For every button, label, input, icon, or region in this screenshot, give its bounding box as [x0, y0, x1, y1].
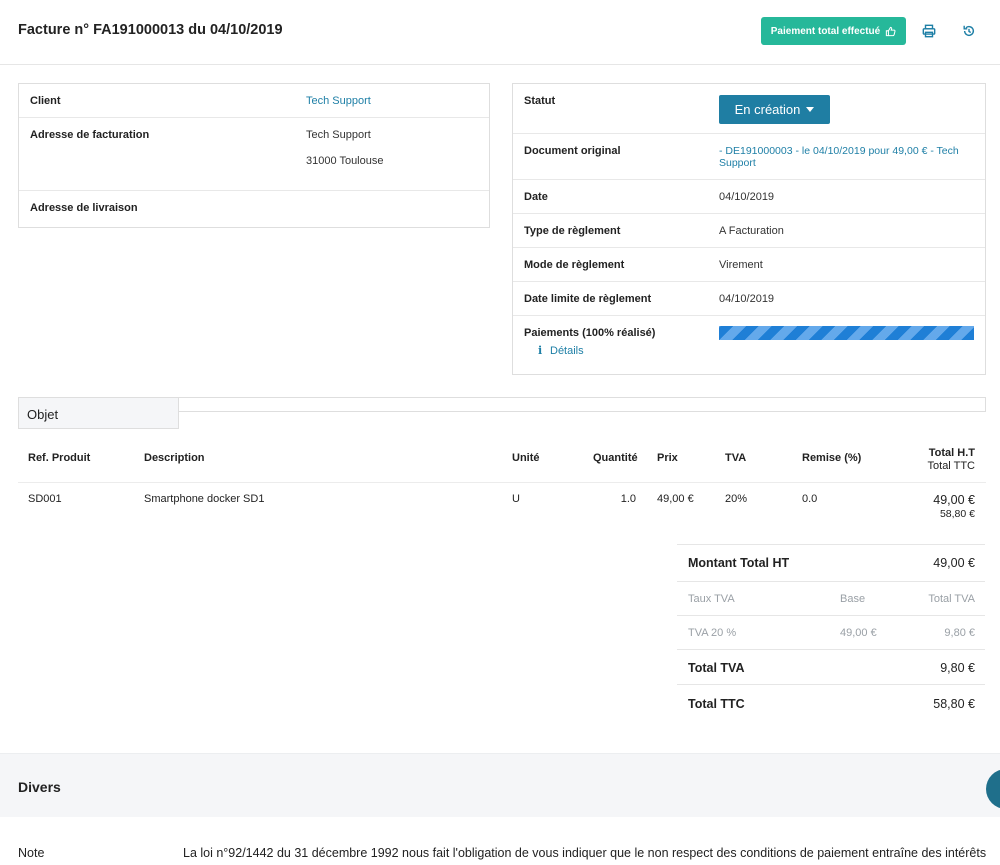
total-ht-value: 49,00 € [933, 556, 975, 570]
due-date-row: Date limite de règlement 04/10/2019 [513, 282, 985, 316]
tab-objet[interactable]: Objet [18, 397, 179, 429]
invoice-info-panel: Statut En création Document original - D… [512, 83, 986, 375]
delivery-address-label: Adresse de livraison [30, 202, 138, 214]
status-row: Statut En création [513, 84, 985, 134]
total-tva-value: 9,80 € [940, 661, 975, 675]
history-icon [963, 25, 975, 37]
payment-type-label: Type de règlement [524, 225, 621, 237]
tva-line-rate: TVA 20 % [688, 627, 737, 639]
col-header-total-ttc: Total TTC [927, 460, 975, 472]
total-tva-row: Total TVA 9,80 € [677, 649, 985, 684]
divers-section-header: Divers [0, 753, 1000, 817]
payment-complete-button[interactable]: Paiement total effectué [761, 17, 906, 45]
col-header-discount: Remise (%) [802, 452, 862, 464]
client-panel: Client Tech Support Adresse de facturati… [18, 83, 490, 228]
original-document-link[interactable]: - DE191000003 - le 04/10/2019 pour 49,00… [719, 145, 974, 169]
table-header-divider [18, 482, 986, 483]
delivery-address-row: Adresse de livraison [19, 191, 489, 227]
details-link[interactable]: Détails [550, 345, 584, 357]
status-label: Statut [524, 95, 556, 107]
thumbs-up-icon [886, 26, 896, 36]
col-header-price: Prix [657, 452, 678, 464]
payment-type-value: A Facturation [719, 225, 784, 237]
status-dropdown[interactable]: En création [719, 95, 830, 124]
tva-base-header: Base [840, 593, 866, 605]
total-tva-label: Total TVA [688, 661, 745, 675]
col-header-ref: Ref. Produit [28, 452, 91, 464]
col-header-tva: TVA [725, 452, 747, 464]
payments-progress-bar [719, 326, 974, 340]
note-label: Note [18, 846, 45, 860]
payment-mode-value: Virement [719, 259, 763, 271]
caret-down-icon [806, 107, 815, 112]
total-ttc-value: 58,80 € [933, 697, 975, 711]
row-price: 49,00 € [657, 493, 694, 505]
payments-row: Paiements (100% réalisé) i Détails [513, 316, 985, 374]
billing-address-line1: Tech Support [306, 129, 371, 141]
payment-mode-row: Mode de règlement Virement [513, 248, 985, 282]
row-total-ht: 49,00 € [933, 493, 975, 507]
billing-address-label: Adresse de facturation [30, 129, 150, 141]
tva-line-row: TVA 20 % 49,00 € 9,80 € [677, 615, 985, 649]
date-row: Date 04/10/2019 [513, 180, 985, 214]
col-header-quantity: Quantité [593, 452, 638, 464]
row-unit: U [512, 493, 520, 505]
due-date-value: 04/10/2019 [719, 293, 775, 305]
total-ht-label: Montant Total HT [688, 556, 790, 570]
tva-header-row: Taux TVA Base Total TVA [677, 581, 985, 615]
info-icon: i [538, 344, 543, 357]
row-total-ttc: 58,80 € [939, 508, 975, 520]
total-ht-row: Montant Total HT 49,00 € [677, 544, 985, 581]
tva-total-header: Total TVA [928, 593, 975, 605]
history-button[interactable] [960, 22, 978, 40]
total-ttc-label: Total TTC [688, 697, 745, 711]
payment-complete-label: Paiement total effectué [770, 25, 881, 37]
client-link[interactable]: Tech Support [306, 95, 371, 107]
row-discount: 0.0 [802, 493, 818, 505]
billing-address-line2: 31000 Toulouse [306, 155, 384, 167]
divers-title: Divers [18, 779, 61, 795]
page-header: Facture n° FA191000013 du 04/10/2019 Pai… [0, 0, 1000, 65]
tva-line-base: 49,00 € [840, 627, 877, 639]
row-quantity: 1.0 [620, 493, 636, 505]
row-tva: 20% [725, 493, 748, 505]
payment-type-row: Type de règlement A Facturation [513, 214, 985, 248]
payment-mode-label: Mode de règlement [524, 259, 625, 271]
floating-action-button[interactable] [986, 769, 1000, 809]
client-row: Client Tech Support [19, 84, 489, 118]
page-title: Facture n° FA191000013 du 04/10/2019 [18, 22, 283, 38]
client-label: Client [30, 95, 61, 107]
tva-rate-header: Taux TVA [688, 593, 735, 605]
payments-label: Paiements (100% réalisé) [524, 327, 656, 339]
col-header-unit: Unité [512, 452, 540, 464]
col-header-total-ht: Total H.T [928, 447, 975, 459]
print-button[interactable] [920, 22, 938, 40]
due-date-label: Date limite de règlement [524, 293, 652, 305]
original-document-label: Document original [524, 145, 621, 157]
note-text: La loi n°92/1442 du 31 décembre 1992 nou… [183, 846, 987, 860]
date-value: 04/10/2019 [719, 191, 775, 203]
tva-line-total: 9,80 € [944, 627, 975, 639]
row-ref: SD001 [28, 493, 62, 505]
billing-address-row: Adresse de facturation Tech Support 3100… [19, 118, 489, 191]
row-description: Smartphone docker SD1 [144, 493, 265, 505]
status-value: En création [734, 102, 801, 117]
date-label: Date [524, 191, 548, 203]
total-ttc-row: Total TTC 58,80 € [677, 684, 985, 722]
printer-icon [922, 24, 936, 38]
col-header-description: Description [144, 452, 205, 464]
original-document-row: Document original - DE191000003 - le 04/… [513, 134, 985, 180]
objet-tab-bar [178, 397, 986, 412]
